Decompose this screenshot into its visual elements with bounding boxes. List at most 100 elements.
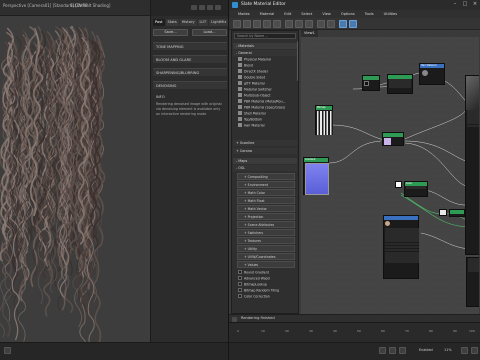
list-item[interactable]: PBR Material (Metal/Rou...	[238, 99, 296, 105]
zoom-extents-icon[interactable]	[461, 347, 468, 354]
section-bloom-glare[interactable]: BLOOM AND GLARE	[153, 55, 227, 63]
category-osl[interactable]: - OSL	[233, 165, 297, 171]
show-background-icon[interactable]	[305, 20, 313, 28]
minimize-icon[interactable]: –	[451, 1, 459, 8]
put-to-scene-icon[interactable]	[253, 20, 261, 28]
node-material-preview[interactable]	[387, 74, 413, 94]
node-hair-material[interactable]: Hair Material	[419, 63, 445, 85]
list-item[interactable]: Material Switcher	[238, 87, 296, 93]
menu-select[interactable]: Select	[296, 10, 317, 18]
osl-group[interactable]: + Utility	[237, 245, 295, 252]
list-item[interactable]: Hair Material	[238, 123, 296, 129]
browser-search-input[interactable]: Search by Name ...	[234, 33, 296, 39]
browser-scrollbar[interactable]	[297, 41, 298, 81]
section-sharpening[interactable]: SHARPENING/BLURRING	[153, 68, 227, 76]
list-item[interactable]: Physical Material	[238, 57, 296, 63]
show-map-icon[interactable]	[295, 20, 303, 28]
node-hair-material-2[interactable]	[383, 215, 419, 279]
material-parameter-editor-icon[interactable]	[339, 20, 347, 28]
tab-lut[interactable]: LUT	[197, 19, 209, 26]
menu-edit[interactable]: Edit	[279, 10, 296, 18]
osl-group[interactable]: + UVW/Coordinates	[237, 253, 295, 260]
node-bitmap[interactable]: Bitmap	[315, 105, 333, 135]
category-maps[interactable]: - Maps	[233, 158, 297, 164]
layout-children-icon[interactable]	[327, 20, 335, 28]
tab-post[interactable]: Post	[153, 19, 165, 26]
maxscript-icon[interactable]	[4, 347, 11, 354]
tab-view1[interactable]: View1	[301, 30, 318, 37]
list-item[interactable]: Bitmap Random Tiling	[238, 288, 296, 294]
osl-group[interactable]: + Switchers	[237, 229, 295, 236]
list-item[interactable]: DirectX Shader	[238, 69, 296, 75]
list-item[interactable]: Blend	[238, 63, 296, 69]
list-item[interactable]: Multi/Sub-Object	[238, 93, 296, 99]
render-button-icon[interactable]	[191, 5, 197, 10]
save-button[interactable]: Save...	[153, 29, 188, 36]
section-denoising[interactable]: DENOISING	[153, 81, 227, 89]
osl-group[interactable]: + Projection	[237, 213, 295, 220]
list-item[interactable]: Color Correction	[238, 294, 296, 300]
osl-group[interactable]: + Values	[237, 261, 295, 268]
list-item[interactable]: Double Sided	[238, 75, 296, 81]
viewport[interactable]: Perspective [Camera01] [Standard] [Defau…	[0, 0, 150, 360]
menu-options[interactable]: Options	[336, 10, 360, 18]
node-output-2[interactable]	[466, 257, 479, 307]
menu-utilities[interactable]: Utilities	[379, 10, 403, 18]
save-image-icon[interactable]	[207, 5, 213, 10]
node-color[interactable]: Color	[404, 181, 428, 197]
pick-material-icon[interactable]	[243, 20, 251, 28]
timeline[interactable]: 0 10 20 30 40 50 60 70 80 90 100	[229, 322, 480, 342]
layout-all-icon[interactable]	[317, 20, 325, 28]
node-color-correct[interactable]	[382, 132, 404, 146]
load-button[interactable]: Load...	[192, 29, 227, 36]
list-item[interactable]: Top/Bottom	[238, 117, 296, 123]
list-item[interactable]: Round Gradient	[238, 270, 296, 276]
osl-group[interactable]: + Math Float	[237, 197, 295, 204]
node-swatch[interactable]	[439, 209, 447, 216]
viewport-title[interactable]: Perspective [Camera01] [Standard] [Defau…	[3, 3, 110, 8]
assign-material-icon[interactable]	[263, 20, 271, 28]
list-item[interactable]: PBR Material (Spec/Gloss)	[238, 105, 296, 111]
node-mix[interactable]	[449, 209, 465, 217]
material-map-browser-icon[interactable]	[349, 20, 357, 28]
node-color-white[interactable]	[395, 181, 402, 188]
select-tool-icon[interactable]	[233, 20, 241, 28]
tab-history[interactable]: History	[179, 19, 197, 26]
category-materials[interactable]: - Materials	[233, 43, 297, 49]
menu-modes[interactable]: Modes	[233, 10, 255, 18]
stop-icon[interactable]	[199, 5, 205, 10]
node-view[interactable]: Hair Material Bitmap Gradient Color	[301, 37, 479, 314]
osl-group[interactable]: + Scene Attributes	[237, 221, 295, 228]
osl-group[interactable]: + Compositing	[237, 173, 295, 180]
section-tone-mapping[interactable]: TONE MAPPING	[153, 42, 227, 50]
osl-group[interactable]: + Textures	[237, 237, 295, 244]
category-general[interactable]: - General	[233, 50, 297, 56]
menu-material[interactable]: Material	[255, 10, 280, 18]
tab-stats[interactable]: Stats	[165, 19, 179, 26]
maximize-icon[interactable]: □	[461, 1, 469, 8]
next-frame-icon[interactable]	[389, 347, 396, 354]
close-icon[interactable]: ×	[471, 1, 479, 8]
list-item[interactable]: Advanced Wood	[238, 276, 296, 282]
node-bitmap-small[interactable]	[362, 75, 380, 91]
list-item[interactable]: BitmapLookup	[238, 282, 296, 288]
node-output[interactable]	[465, 75, 479, 255]
category-corona[interactable]: + Corona	[233, 148, 297, 154]
enabled-label[interactable]: Enabled	[419, 348, 433, 352]
menu-view[interactable]: View	[317, 10, 336, 18]
viewport-tool-label[interactable]: SLOW PP	[70, 3, 88, 8]
osl-group[interactable]: + Environment	[237, 181, 295, 188]
pan-icon[interactable]	[471, 347, 478, 354]
menu-tools[interactable]: Tools	[360, 10, 379, 18]
osl-group[interactable]: + Math Color	[237, 189, 295, 196]
settings-icon[interactable]	[215, 5, 221, 10]
tab-lightmix[interactable]: LightMix	[209, 19, 229, 26]
list-item[interactable]: Shell Material	[238, 111, 296, 117]
play-icon[interactable]	[379, 347, 386, 354]
delete-icon[interactable]	[273, 20, 281, 28]
node-gradient[interactable]: Gradient	[303, 157, 329, 195]
move-children-icon[interactable]	[285, 20, 293, 28]
list-item[interactable]: glTF Material	[238, 81, 296, 87]
key-mode-icon[interactable]	[399, 347, 406, 354]
osl-group[interactable]: + Math Vector	[237, 205, 295, 212]
